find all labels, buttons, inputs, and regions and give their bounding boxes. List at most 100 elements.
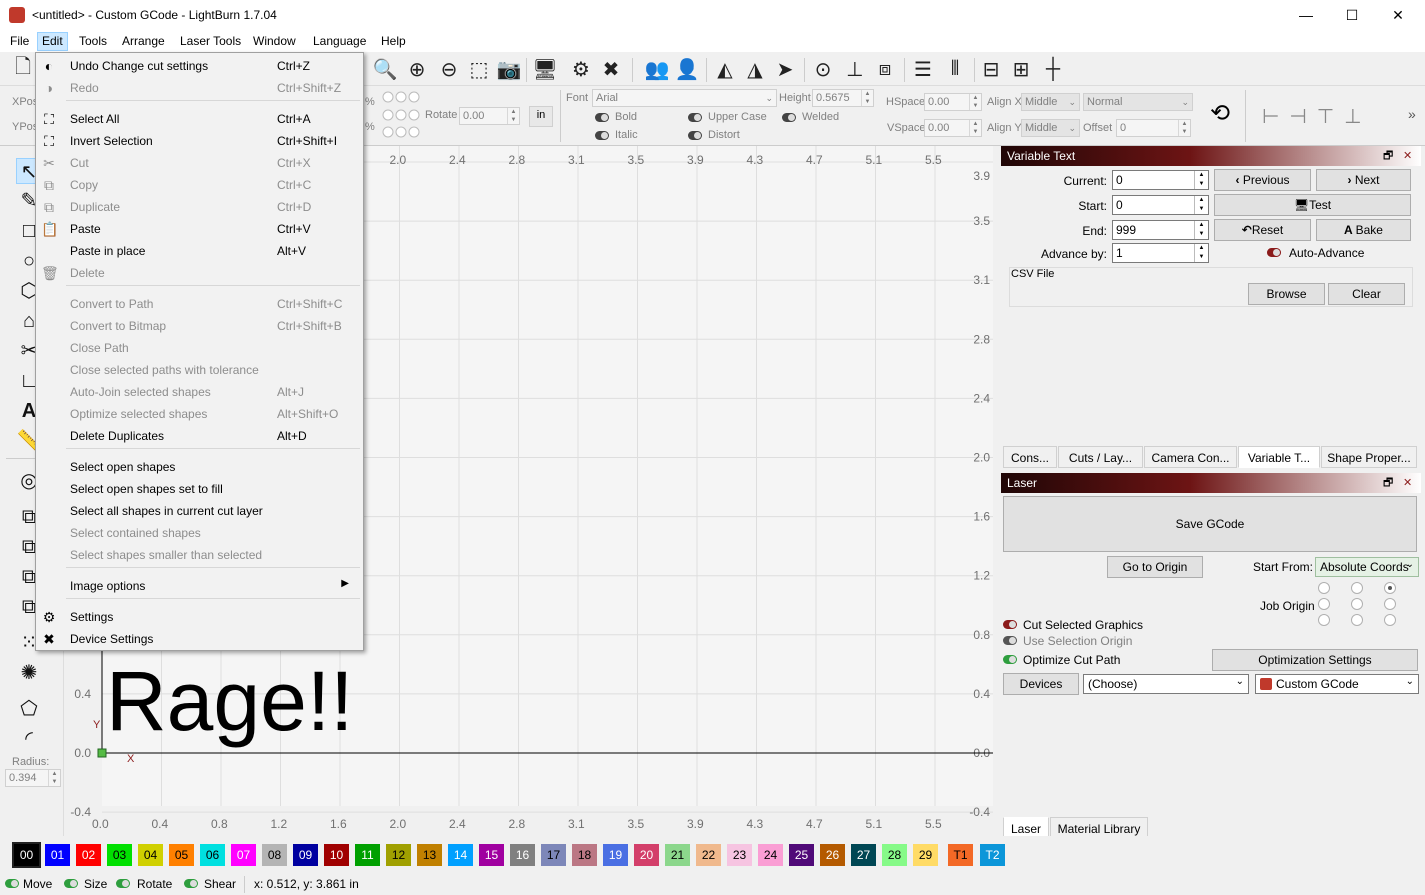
current-spinner[interactable]: ▲ ▼ [1194, 171, 1208, 189]
rotate-spinner[interactable]: ▲ ▼ [507, 108, 519, 124]
menu-help[interactable]: Help [377, 32, 410, 51]
menu-item-select-all[interactable]: ⛶ Select All Ctrl+A [36, 108, 363, 130]
menu-item-convert-to-bitmap[interactable]: Convert to Bitmap Ctrl+Shift+B [36, 315, 363, 337]
devices-button[interactable]: Devices [1003, 673, 1079, 695]
job-origin-center[interactable] [1351, 598, 1363, 610]
job-origin-top-left[interactable] [1318, 582, 1330, 594]
distribute-v-icon[interactable]: ⦀ [942, 56, 968, 82]
optimize-cut-path-toggle[interactable] [1003, 655, 1017, 664]
layer-swatch-15[interactable]: 15 [479, 844, 504, 866]
layer-swatch-29[interactable]: 29 [913, 844, 938, 866]
menu-item-close-path[interactable]: Close Path [36, 337, 363, 359]
menu-language[interactable]: Language [309, 32, 370, 51]
layer-swatch-04[interactable]: 04 [138, 844, 163, 866]
layer-swatch-11[interactable]: 11 [355, 844, 380, 866]
layer-swatch-08[interactable]: 08 [262, 844, 287, 866]
job-origin-bottom-right[interactable] [1384, 614, 1396, 626]
menu-item-device-settings[interactable]: ✖ Device Settings [36, 628, 363, 650]
shear-toggle[interactable] [184, 879, 198, 888]
menu-item-optimize-selected-shapes[interactable]: Optimize selected shapes Alt+Shift+O [36, 403, 363, 425]
upper-case-toggle[interactable] [688, 113, 702, 122]
layer-swatch-09[interactable]: 09 [293, 844, 318, 866]
distribute-h-icon[interactable]: ☰ [910, 56, 936, 82]
end-input[interactable]: 999 ▲ ▼ [1112, 220, 1209, 240]
start-input[interactable]: 0 ▲ ▼ [1112, 195, 1209, 215]
layer-swatch-26[interactable]: 26 [820, 844, 845, 866]
align-bottom-icon[interactable]: ⊥ [842, 56, 868, 82]
close-panel-icon[interactable]: ✕ [1403, 146, 1412, 166]
radius-input[interactable]: 0.394 ▲ ▼ [5, 769, 61, 787]
menu-laser-tools[interactable]: Laser Tools [176, 32, 245, 51]
advance-input[interactable]: 1 ▲ ▼ [1112, 243, 1209, 263]
cut-selected-toggle[interactable] [1003, 620, 1017, 629]
menu-item-select-shapes-smaller-than-selected[interactable]: Select shapes smaller than selected [36, 544, 363, 566]
units-button[interactable]: in [529, 106, 553, 127]
hspace-spinner[interactable]: ▲ ▼ [969, 94, 981, 110]
layer-swatch-28[interactable]: 28 [882, 844, 907, 866]
bold-toggle[interactable] [595, 113, 609, 122]
layer-swatch-20[interactable]: 20 [634, 844, 659, 866]
height-spinner[interactable]: ▲ ▼ [861, 90, 873, 106]
tab-shape-properties[interactable]: Shape Proper... [1321, 446, 1417, 468]
menu-item-delete-duplicates[interactable]: Delete Duplicates Alt+D [36, 425, 363, 447]
menu-item-select-open-shapes[interactable]: Select open shapes [36, 456, 363, 478]
start-from-select[interactable]: Absolute Coords ⌄ [1315, 557, 1419, 577]
close-window-button[interactable]: ✕ [1375, 0, 1421, 30]
tab-console[interactable]: Cons... [1003, 446, 1057, 468]
layer-swatch-17[interactable]: 17 [541, 844, 566, 866]
test-button[interactable]: 🖥Test [1214, 194, 1411, 216]
distort-toggle[interactable] [688, 131, 702, 140]
previous-button[interactable]: ‹ Previous [1214, 169, 1311, 191]
italic-toggle[interactable] [595, 131, 609, 140]
end-spinner[interactable]: ▲ ▼ [1194, 221, 1208, 239]
group-icon[interactable]: 👥 [644, 56, 670, 82]
zoom-to-frame-icon[interactable]: ⬚ [466, 56, 492, 82]
layer-swatch-18[interactable]: 18 [572, 844, 597, 866]
vspace-spinner[interactable]: ▲ ▼ [969, 120, 981, 136]
font-select[interactable]: Arial ⌄ [592, 89, 777, 107]
layer-swatch-t2[interactable]: T2 [980, 844, 1005, 866]
ungroup-icon[interactable]: 👤 [674, 56, 700, 82]
bake-button[interactable]: A Bake [1316, 219, 1411, 241]
camera-icon[interactable]: 📷 [496, 56, 522, 82]
job-origin-middle-right[interactable] [1384, 598, 1396, 610]
flip-vertical-icon[interactable]: ◮ [742, 56, 768, 82]
menu-item-image-options[interactable]: Image options ▶ [36, 575, 363, 597]
menu-item-auto-join-selected-shapes[interactable]: Auto-Join selected shapes Alt+J [36, 381, 363, 403]
menu-window[interactable]: Window [249, 32, 300, 51]
tab-cuts-layers[interactable]: Cuts / Lay... [1058, 446, 1143, 468]
menu-item-duplicate[interactable]: ⧉ Duplicate Ctrl+D [36, 196, 363, 218]
device-profile-select[interactable]: Custom GCode ⌄ [1255, 674, 1419, 694]
monitor-icon[interactable]: 🖥 [532, 56, 558, 82]
menu-edit[interactable]: Edit [37, 32, 68, 51]
clear-button[interactable]: Clear [1328, 283, 1405, 305]
layer-swatch-22[interactable]: 22 [696, 844, 721, 866]
new-file-icon[interactable]: 🗋 [10, 56, 36, 82]
alignx-select[interactable]: Middle ⌄ [1021, 93, 1080, 111]
move-together-icon[interactable]: ⊟ [978, 56, 1004, 82]
start-spinner[interactable]: ▲ ▼ [1194, 196, 1208, 214]
optimization-settings-button[interactable]: Optimization Settings [1212, 649, 1418, 671]
overflow-chevron-icon[interactable]: » [1408, 106, 1416, 122]
menu-item-invert-selection[interactable]: ⛶ Invert Selection Ctrl+Shift+I [36, 130, 363, 152]
menu-item-cut[interactable]: ✂ Cut Ctrl+X [36, 152, 363, 174]
layer-swatch-10[interactable]: 10 [324, 844, 349, 866]
layer-swatch-02[interactable]: 02 [76, 844, 101, 866]
hspace-input[interactable]: 0.00 ▲ ▼ [924, 93, 982, 111]
reset-button[interactable]: ↶Reset [1214, 219, 1311, 241]
layer-swatch-25[interactable]: 25 [789, 844, 814, 866]
auto-advance-toggle[interactable] [1267, 248, 1281, 257]
layer-swatch-24[interactable]: 24 [758, 844, 783, 866]
layer-swatch-07[interactable]: 07 [231, 844, 256, 866]
layer-swatch-27[interactable]: 27 [851, 844, 876, 866]
layer-swatch-06[interactable]: 06 [200, 844, 225, 866]
circular-array-icon[interactable]: ✺ [16, 660, 42, 686]
radius-spinner[interactable]: ▲ ▼ [48, 770, 60, 786]
job-origin-bottom-left[interactable] [1318, 614, 1330, 626]
device-port-select[interactable]: (Choose) ⌄ [1083, 674, 1249, 694]
float-panel-icon[interactable]: 🗗 [1383, 473, 1393, 493]
layer-swatch-14[interactable]: 14 [448, 844, 473, 866]
size-toggle[interactable] [64, 879, 78, 888]
menu-item-paste[interactable]: 📋 Paste Ctrl+V [36, 218, 363, 240]
tab-camera-control[interactable]: Camera Con... [1144, 446, 1237, 468]
